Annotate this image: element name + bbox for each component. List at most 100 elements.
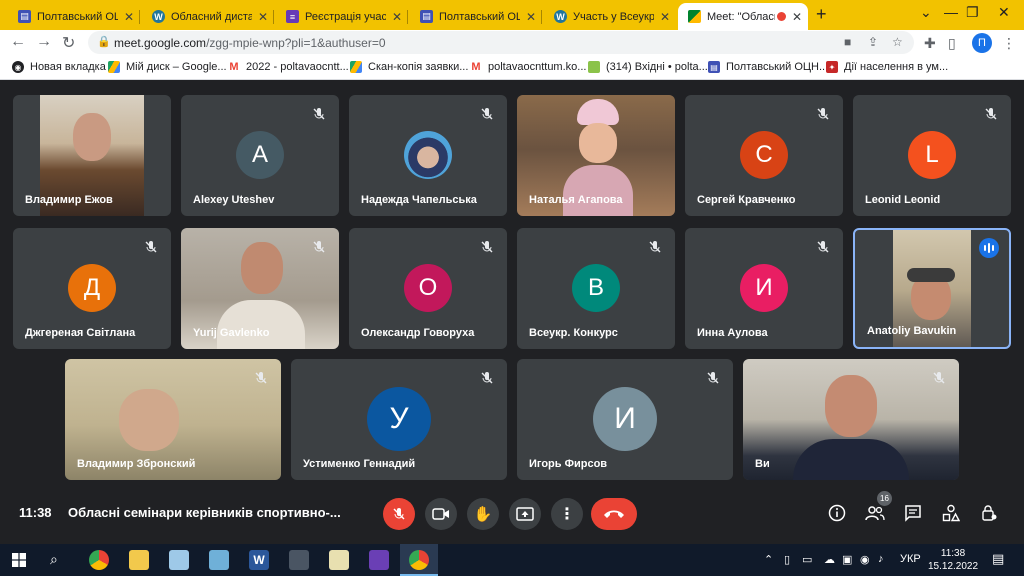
bookmark-item[interactable]: Mpoltavaocnttum.ko... [470,61,586,73]
more-options-button[interactable]: ⋮ [551,498,583,530]
activities-button[interactable] [940,502,962,524]
camera-icon [432,508,449,520]
activities-icon [942,504,960,522]
camera-icon[interactable]: ■ [844,35,851,49]
notifications-icon[interactable]: ▤ [992,551,1004,567]
participant-tile[interactable]: Д Джгереная Світлана [13,228,171,349]
windows-start-icon[interactable] [12,553,26,567]
bookmark-star-icon[interactable]: ☆ [892,35,903,49]
close-tab-icon[interactable]: ✕ [258,10,268,24]
chrome-icon[interactable] [89,550,109,570]
host-controls-button[interactable] [978,502,1000,524]
participant-name: Олександр Говоруха [361,327,475,339]
folder-icon[interactable] [129,550,149,570]
cloud-icon[interactable]: ☁ [824,553,835,566]
browser-tab-active[interactable]: Meet: "Обласн ✕ [678,3,808,30]
participant-tile-self[interactable]: Ви [743,359,959,480]
participant-tile[interactable]: О Олександр Говоруха [349,228,507,349]
reload-icon[interactable]: ↻ [62,33,75,53]
captions-icon[interactable]: ▣ [842,553,852,566]
browser-tab[interactable]: ▤ Полтавський ОЦН ✕ [410,3,542,30]
bookmark-item[interactable]: (314) Вхідні • polta... [588,61,708,73]
participant-tile[interactable]: Надежда Чапельська [349,95,507,216]
participant-tile[interactable]: A Alexey Uteshev [181,95,339,216]
browser-tab[interactable]: ▤ Полтавський ОЦН ✕ [8,3,140,30]
participant-tile[interactable]: Наталья Агапова [517,95,675,216]
mailbox-icon [588,61,600,73]
extensions-icon[interactable]: ✚ [924,35,936,52]
language-indicator[interactable]: УКР [900,553,921,565]
side-panel-icon[interactable]: ▯ [948,35,956,52]
new-tab-button[interactable]: + [816,4,827,25]
usb-icon[interactable]: ▯ [784,553,790,566]
participant-tile[interactable]: У Устименко Геннадий [291,359,507,480]
url-text[interactable]: meet.google.com/zgg-mpie-wnp?pli=1&authu… [114,36,386,50]
participant-tile[interactable]: И Инна Аулова [685,228,843,349]
participant-tile-speaking[interactable]: Anatoliy Bavukin [853,228,1011,349]
bookmark-item[interactable]: Скан-копія заявки... [350,61,468,73]
participant-tile[interactable]: L Leonid Leonid [853,95,1011,216]
browser-tab[interactable]: W Участь у Всеукраїн ✕ [544,3,676,30]
menu-icon[interactable]: ⋮ [1002,35,1016,52]
participant-name: Ви [755,458,770,470]
participant-tile[interactable]: Владимир Збронский [65,359,281,480]
restore-icon[interactable]: ❐ [966,4,979,21]
participant-name: Владимир Збронский [77,458,196,470]
bookmark-item[interactable]: ▤ Полтавський ОЦН... [708,61,828,73]
close-tab-icon[interactable]: ✕ [660,10,670,24]
participant-tile[interactable]: В Всеукр. Конкурс [517,228,675,349]
avatar [404,131,452,179]
gmail-icon: M [228,61,240,73]
close-tab-icon[interactable]: ✕ [526,10,536,24]
app-icon[interactable] [209,550,229,570]
hat-shape [907,268,955,282]
tray-expand-icon[interactable]: ⌃ [764,553,773,566]
present-screen-button[interactable] [509,498,541,530]
browser-tab[interactable]: W Обласний дистанц ✕ [142,3,274,30]
raise-hand-button[interactable]: ✋ [467,498,499,530]
leave-call-button[interactable] [591,498,637,530]
save-disk-icon[interactable] [369,550,389,570]
camera-toggle-button[interactable] [425,498,457,530]
bookmark-item[interactable]: Мій диск – Google... [108,61,227,73]
close-tab-icon[interactable]: ✕ [392,10,402,24]
calculator-icon[interactable] [289,550,309,570]
meeting-details-button[interactable] [826,502,848,524]
bookmark-item[interactable]: M 2022 - poltavaocntt... [228,61,349,73]
bookmark-item[interactable]: ◉ Новая вкладка [12,61,106,73]
mic-off-icon [933,372,945,384]
bookmarks-bar: ◉ Новая вкладка Мій диск – Google... M 202… [0,56,1024,80]
back-icon[interactable]: ← [10,33,26,51]
avatar[interactable]: П [972,33,992,53]
bookmark-item[interactable]: ✦ Дії населення в ум... [826,61,948,73]
close-tab-icon[interactable]: ✕ [792,10,802,24]
taskbar-clock[interactable]: 11:38 15.12.2022 [928,547,978,573]
active-taskbar-app[interactable] [400,544,438,576]
viber-icon[interactable]: ◉ [860,553,870,566]
mic-off-icon [649,241,661,253]
volume-icon[interactable]: ♪ [878,553,884,565]
recording-icon [776,12,786,21]
search-icon[interactable]: ⌕ [50,551,58,568]
participant-tile[interactable]: Yurij Gavlenko [181,228,339,349]
participant-tile[interactable]: C Сергей Кравченко [685,95,843,216]
close-tab-icon[interactable]: ✕ [124,10,134,24]
body-shape [793,439,909,480]
forward-icon[interactable]: → [36,33,52,51]
microphone-toggle-button[interactable] [383,498,415,530]
minimize-icon[interactable]: — [944,4,958,20]
browser-tab[interactable]: ≡ Реєстрація учасни ✕ [276,3,408,30]
lock-icon[interactable]: 🔒 [97,35,111,48]
chat-button[interactable] [902,502,924,524]
word-icon[interactable]: W [249,550,269,570]
participant-name: Джгереная Світлана [25,327,136,339]
notepad-icon[interactable] [329,550,349,570]
share-icon[interactable]: ⇪ [868,35,878,49]
network-icon[interactable]: ▭ [802,553,812,566]
address-bar[interactable]: 🔒 meet.google.com/zgg-mpie-wnp?pli=1&aut… [88,31,914,54]
participant-tile[interactable]: И Игорь Фирсов [517,359,733,480]
close-window-icon[interactable]: ✕ [998,4,1010,21]
paint-icon[interactable] [169,550,189,570]
window-list-icon[interactable]: ⌄ [920,4,932,21]
participant-tile[interactable]: Владимир Ежов [13,95,171,216]
